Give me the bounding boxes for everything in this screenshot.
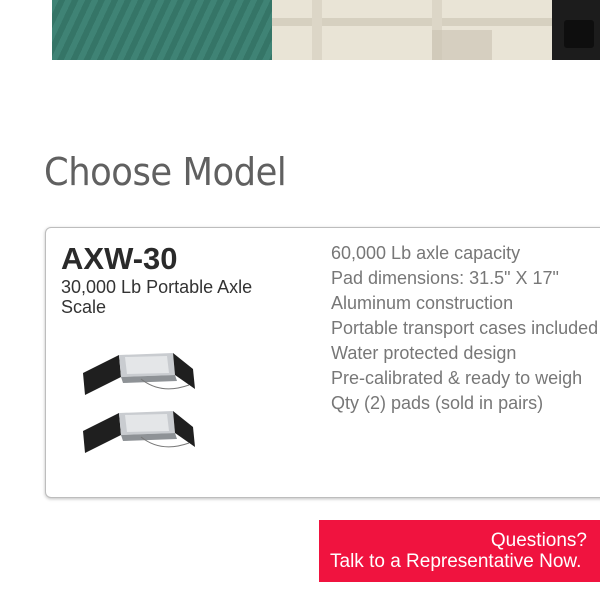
feature-item: Portable transport cases included: [331, 318, 599, 338]
model-description: 30,000 Lb Portable Axle Scale: [61, 277, 253, 317]
feature-item: 60,000 Lb axle capacity: [331, 243, 521, 263]
feature-item: Water protected design: [331, 343, 517, 363]
feature-item: Aluminum construction: [331, 293, 514, 313]
feature-item: Pad dimensions: 31.5" X 17": [331, 268, 559, 288]
scale-pad-bottom: [83, 411, 195, 453]
section-title: Choose Model: [44, 150, 287, 194]
scale-pad-top: [83, 353, 195, 395]
model-card[interactable]: AXW-30 30,000 Lb Portable Axle Scale 60,…: [45, 227, 600, 498]
feature-item: Qty (2) pads (sold in pairs): [331, 393, 544, 413]
hero-image: [52, 0, 600, 60]
cta-line-1: Questions?: [490, 530, 587, 551]
feature-item: Pre-calibrated & ready to weigh: [331, 368, 583, 388]
cta-line-2: Talk to a Representative Now.: [330, 551, 582, 572]
contact-representative-button[interactable]: Questions? Talk to a Representative Now.: [319, 520, 600, 582]
model-name: AXW-30: [61, 241, 178, 276]
feature-list: 60,000 Lb axle capacity Pad dimensions: …: [331, 241, 598, 416]
product-image: [83, 353, 195, 453]
